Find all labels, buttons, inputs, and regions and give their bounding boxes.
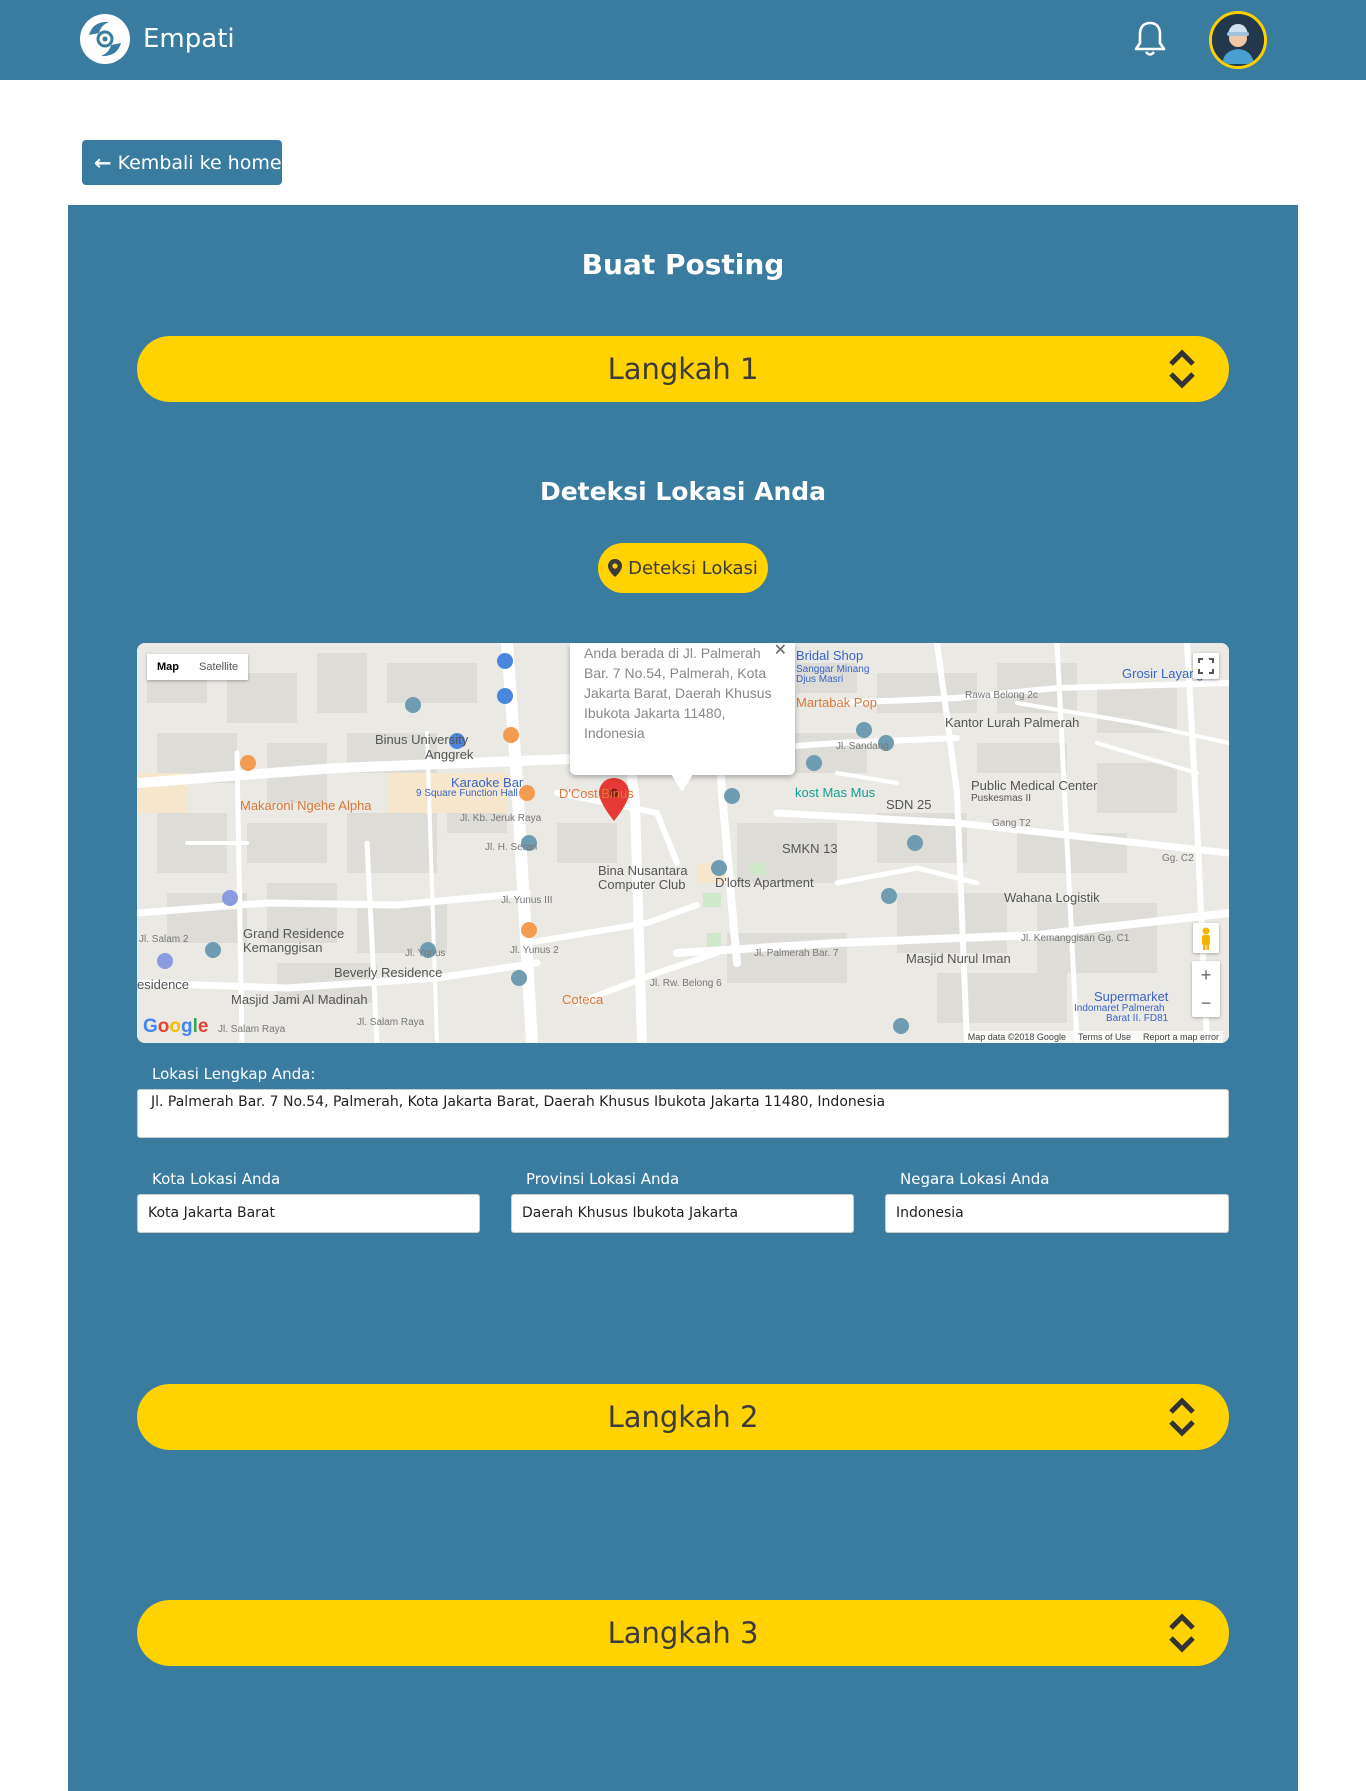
map-label: Jl. Palmerah Bar. 7 [754,948,839,959]
page-title: Buat Posting [581,248,785,281]
notification-bell-icon[interactable] [1132,19,1168,59]
map-type-control[interactable]: Map Satellite [147,654,249,680]
map-label: Kemanggisan [243,940,323,955]
navbar: Empati [0,0,1366,80]
close-icon[interactable]: ✕ [774,643,787,661]
country-label: Negara Lokasi Anda [900,1170,1050,1188]
map-label: D'lofts Apartment [715,875,814,890]
chevron-up-down-icon [1169,1397,1195,1437]
map-label: Gg. C2 [1162,853,1194,864]
map-label: Jl. Salam Raya [218,1024,286,1035]
info-window-tip [671,774,693,792]
map-label: Bina Nusantara [598,863,688,878]
map-label: Computer Club [598,877,686,892]
map-label: Public Medical Center [971,778,1098,793]
map-label: Coteca [562,992,604,1007]
step-2-label: Langkah 2 [607,1400,759,1434]
report-error-link[interactable]: Report a map error [1143,1032,1219,1042]
chevron-up-down-icon [1169,349,1195,389]
location-map[interactable]: Map Satellite Bridal Shop Sanggar Minang… [137,643,1229,1043]
back-to-home-button[interactable]: ← Kembali ke home [82,140,282,185]
country-field[interactable]: Indonesia [885,1194,1229,1233]
map-label: D'Cost Binus [559,786,634,801]
map-label: Bridal Shop [796,648,864,663]
zoom-control[interactable]: + − [1192,961,1220,1017]
map-type-map[interactable]: Map [147,654,189,680]
map-label: Jl. Kb. Jeruk Raya [460,813,542,824]
map-label: Masjid Jami Al Madinah [231,992,368,1007]
map-label: Makaroni Ngehe Alpha [240,798,372,813]
map-label: Anggrek [425,747,474,762]
province-field[interactable]: Daerah Khusus Ibukota Jakarta [511,1194,854,1233]
info-window-text: Anda berada di Jl. Palmerah Bar. 7 No.54… [584,645,772,741]
map-footer: Map data ©2018 Google Terms of Use Repor… [963,1031,1223,1043]
step-1-accordion[interactable]: Langkah 1 [137,336,1229,402]
full-address-field[interactable]: Jl. Palmerah Bar. 7 No.54, Palmerah, Kot… [137,1089,1229,1138]
street-view-button[interactable] [1193,923,1219,953]
fullscreen-button[interactable] [1193,653,1219,679]
fullscreen-icon [1198,658,1214,674]
map-label: Masjid Nurul Iman [906,951,1011,966]
map-label: Jl. Salam Raya [357,1017,425,1028]
pegman-icon [1202,927,1210,950]
map-label: Rawa Belong 2c [965,690,1038,701]
terms-link[interactable]: Terms of Use [1078,1032,1131,1042]
arrow-left-icon: ← [94,150,112,175]
map-label: Jl. Yunus III [501,895,553,906]
map-label: SDN 25 [886,797,932,812]
city-label: Kota Lokasi Anda [152,1170,281,1188]
step-1-label: Langkah 1 [607,352,759,386]
zoom-in-button[interactable]: + [1192,961,1220,989]
city-field[interactable]: Kota Jakarta Barat [137,1194,480,1233]
map-label: Gang T2 [992,818,1031,829]
user-avatar[interactable] [1209,11,1267,69]
map-label: Jl. Salam 2 [139,934,189,945]
map-label: Binus University [375,732,469,747]
map-label: Barat II. FD81 [1106,1013,1169,1024]
map-label: Beverly Residence [334,965,443,980]
map-label: kost Mas Mus [795,785,876,800]
step-2-accordion[interactable]: Langkah 2 [137,1384,1229,1450]
map-info-window: Anda berada di Jl. Palmerah Bar. 7 No.54… [570,643,795,775]
google-logo: Google [143,1016,209,1037]
map-label: esidence [137,977,190,992]
map-data-credit: Map data ©2018 Google [967,1032,1066,1042]
map-label: Jl. Sandang [836,741,889,752]
map-label: Wahana Logistik [1004,890,1100,905]
brand[interactable]: Empati [79,13,235,65]
detect-location-button[interactable]: Deteksi Lokasi [598,543,768,593]
map-label: Kantor Lurah Palmerah [945,715,1080,730]
map-label: SMKN 13 [782,841,838,856]
detect-location-label: Deteksi Lokasi [628,557,758,579]
back-to-home-label: Kembali ke home [117,151,282,174]
map-label: Puskesmas II [971,793,1032,804]
step-3-accordion[interactable]: Langkah 3 [137,1600,1229,1666]
detect-location-heading: Deteksi Lokasi Anda [539,477,827,506]
province-label: Provinsi Lokasi Anda [526,1170,680,1188]
zoom-out-button[interactable]: − [1192,989,1220,1017]
map-label: Supermarket [1094,989,1169,1004]
map-label: 9 Square Function Hall [416,788,518,799]
map-marker-icon [608,559,623,577]
map-label: Jl. H. Seran [485,842,538,853]
map-label: Jl. Rw. Belong 6 [650,978,722,989]
map-type-satellite[interactable]: Satellite [189,654,248,680]
chevron-up-down-icon [1169,1613,1195,1653]
full-address-label: Lokasi Lengkap Anda: [152,1065,316,1083]
empati-logo-icon [80,14,130,64]
brand-name: Empati [143,24,235,54]
map-label: Jl. Yunus 2 [510,945,559,956]
map-label: Jl. Kemanggisan Gg. C1 [1021,933,1130,944]
map-label: Grand Residence [243,926,345,941]
user-avatar-icon [1212,14,1264,66]
map-label: Martabak Pop [796,695,877,710]
step-3-label: Langkah 3 [607,1616,759,1650]
map-label: Djus Masri [796,674,844,685]
map-label: Jl. Yunus [405,948,446,959]
